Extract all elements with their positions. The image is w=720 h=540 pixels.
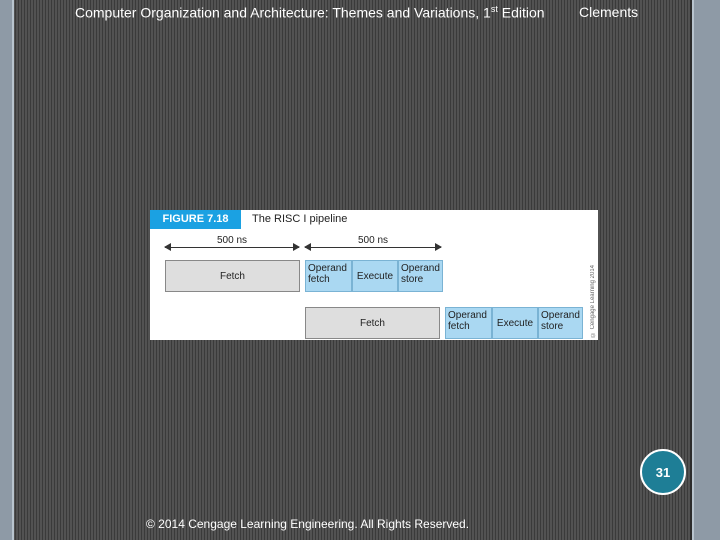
figure-tag: FIGURE 7.18	[150, 210, 241, 229]
row1-operand-fetch-stage: Operand fetch	[305, 260, 352, 292]
figure-credit: © Cengage Learning 2014	[590, 265, 596, 338]
row2-operand-fetch-stage: Operand fetch	[445, 307, 492, 339]
slide-header-title: Computer Organization and Architecture: …	[75, 4, 545, 21]
slide-header-author: Clements	[579, 4, 639, 20]
row2-operand-fetch-label: Operand fetch	[448, 310, 487, 332]
row1-fetch-label: Fetch	[219, 270, 245, 282]
row1-execute-stage: Execute	[352, 260, 398, 292]
slide-left-border	[0, 0, 14, 540]
pipeline-figure: FIGURE 7.18 The RISC I pipeline 500 ns 5…	[150, 210, 598, 340]
row1-execute-label: Execute	[356, 270, 394, 282]
row2-execute-label: Execute	[496, 317, 534, 329]
slide-footer: © 2014 Cengage Learning Engineering. All…	[146, 517, 470, 531]
row1-operand-fetch-label: Operand fetch	[308, 263, 347, 285]
dimension-label-1: 500 ns	[212, 235, 252, 246]
dimension-line-2: 500 ns	[304, 235, 442, 253]
row1-operand-store-stage: Operand store	[398, 260, 443, 292]
slide-right-border	[692, 0, 720, 540]
row2-operand-store-label: Operand store	[541, 310, 580, 332]
row2-fetch-stage: Fetch	[305, 307, 440, 339]
dimension-line-1: 500 ns	[164, 235, 300, 253]
row1-operand-store-label: Operand store	[401, 263, 440, 285]
figure-title: The RISC I pipeline	[252, 213, 348, 225]
row2-operand-store-stage: Operand store	[538, 307, 583, 339]
row2-fetch-label: Fetch	[359, 317, 385, 329]
row1-fetch-stage: Fetch	[165, 260, 300, 292]
dimension-label-2: 500 ns	[353, 235, 393, 246]
slide-number-badge: 31	[640, 449, 686, 495]
row2-execute-stage: Execute	[492, 307, 538, 339]
